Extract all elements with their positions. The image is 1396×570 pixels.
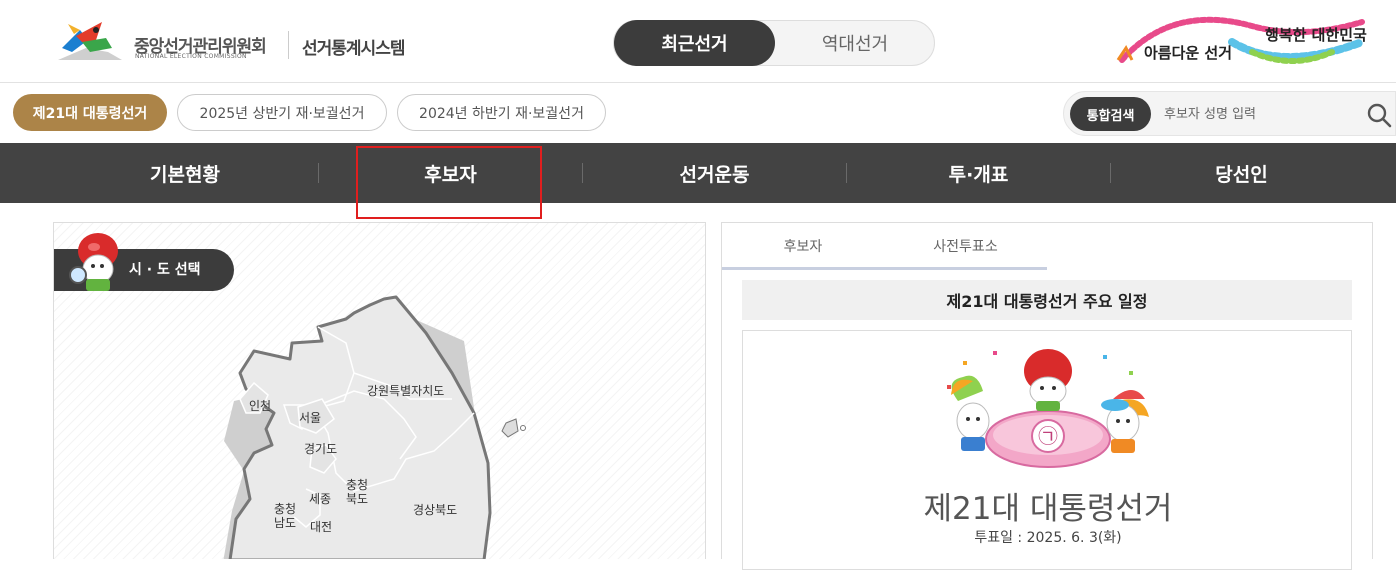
slogan-banner: 아름다운 선거 행복한 대한민국 [1112, 12, 1382, 72]
candidate-search: 통합검색 [1063, 91, 1396, 136]
region-chungnam-line2[interactable]: 남도 [274, 516, 296, 530]
region-gyeonggi[interactable]: 경기도 [304, 442, 337, 456]
site-header: 중앙선거관리위원회 NATIONAL ELECTION COMMISSION 선… [0, 0, 1396, 83]
election-date: 투표일 : 2025. 6. 3(화) [974, 530, 1122, 546]
nav-voting-counting[interactable]: 투·개표 [847, 143, 1110, 203]
election-button-2025-by-election[interactable]: 2025년 상반기 재·보궐선거 [177, 94, 387, 131]
nav-candidates[interactable]: 후보자 [319, 143, 582, 203]
schedule-title: 제21대 대통령선거 주요 일정 [742, 280, 1352, 320]
nav-winners[interactable]: 당선인 [1111, 143, 1372, 203]
integrated-search-button[interactable]: 통합검색 [1070, 97, 1151, 131]
slogan-left-text: 아름다운 선거 [1144, 44, 1233, 62]
region-chungbuk-line2[interactable]: 북도 [346, 492, 368, 506]
main-navigation: 기본현황 후보자 선거운동 투·개표 당선인 [0, 143, 1396, 203]
logo-english-text: NATIONAL ELECTION COMMISSION [135, 53, 247, 60]
slogan-right-text: 행복한 대한민국 [1265, 26, 1367, 44]
search-icon[interactable] [1366, 102, 1392, 128]
region-seoul[interactable]: 서울 [299, 411, 321, 425]
tab-underline [722, 267, 1047, 270]
header-divider [288, 31, 289, 59]
nec-logo[interactable]: 중앙선거관리위원회 NATIONAL ELECTION COMMISSION [56, 18, 276, 68]
mascot-magnifier-icon [69, 233, 118, 291]
region-chungbuk-line1[interactable]: 충청 [346, 478, 368, 492]
region-map-panel: 인천 서울 경기도 강원특별자치도 충청 북도 충청 남도 세종 대전 경상북도… [53, 222, 706, 559]
past-elections-button[interactable]: 역대선거 [775, 21, 935, 65]
region-chungnam-line1[interactable]: 충청 [274, 502, 296, 516]
region-incheon[interactable]: 인천 [249, 398, 271, 413]
region-select-title: 시 · 도 선택 [129, 262, 201, 278]
system-title[interactable]: 선거통계시스템 [302, 34, 405, 59]
region-gyeongbuk[interactable]: 경상북도 [413, 503, 457, 517]
nav-campaign[interactable]: 선거운동 [583, 143, 846, 203]
election-period-toggle: 최근선거 역대선거 [613, 20, 935, 66]
candidate-name-input[interactable] [1164, 100, 1354, 128]
info-panel: 후보자 사전투표소 제21대 대통령선거 주요 일정 ㉠ 제21대 대통령선거 … [721, 222, 1373, 570]
election-mascots-image: ㉠ [947, 349, 1149, 468]
region-gangwon[interactable]: 강원특별자치도 [367, 384, 444, 398]
ballot-stamp-mark: ㉠ [1038, 424, 1058, 448]
region-daejeon[interactable]: 대전 [310, 520, 332, 534]
nec-bird-icon [58, 22, 122, 60]
recent-elections-button[interactable]: 최근선거 [614, 20, 775, 66]
nav-basic-status[interactable]: 기본현황 [53, 143, 317, 203]
tab-candidates[interactable]: 후보자 [722, 223, 884, 269]
election-button-2024-by-election[interactable]: 2024년 하반기 재·보궐선거 [397, 94, 606, 131]
election-button-21st-presidential[interactable]: 제21대 대통령선거 [13, 94, 167, 131]
election-selector-row: 제21대 대통령선거 2025년 상반기 재·보궐선거 2024년 하반기 재·… [0, 84, 1396, 143]
schedule-box: ㉠ 제21대 대통령선거 투표일 : 2025. 6. 3(화) [742, 330, 1352, 570]
election-name: 제21대 대통령선거 [923, 491, 1173, 527]
region-sejong[interactable]: 세종 [309, 492, 331, 506]
tab-early-voting-stations[interactable]: 사전투표소 [884, 223, 1047, 269]
